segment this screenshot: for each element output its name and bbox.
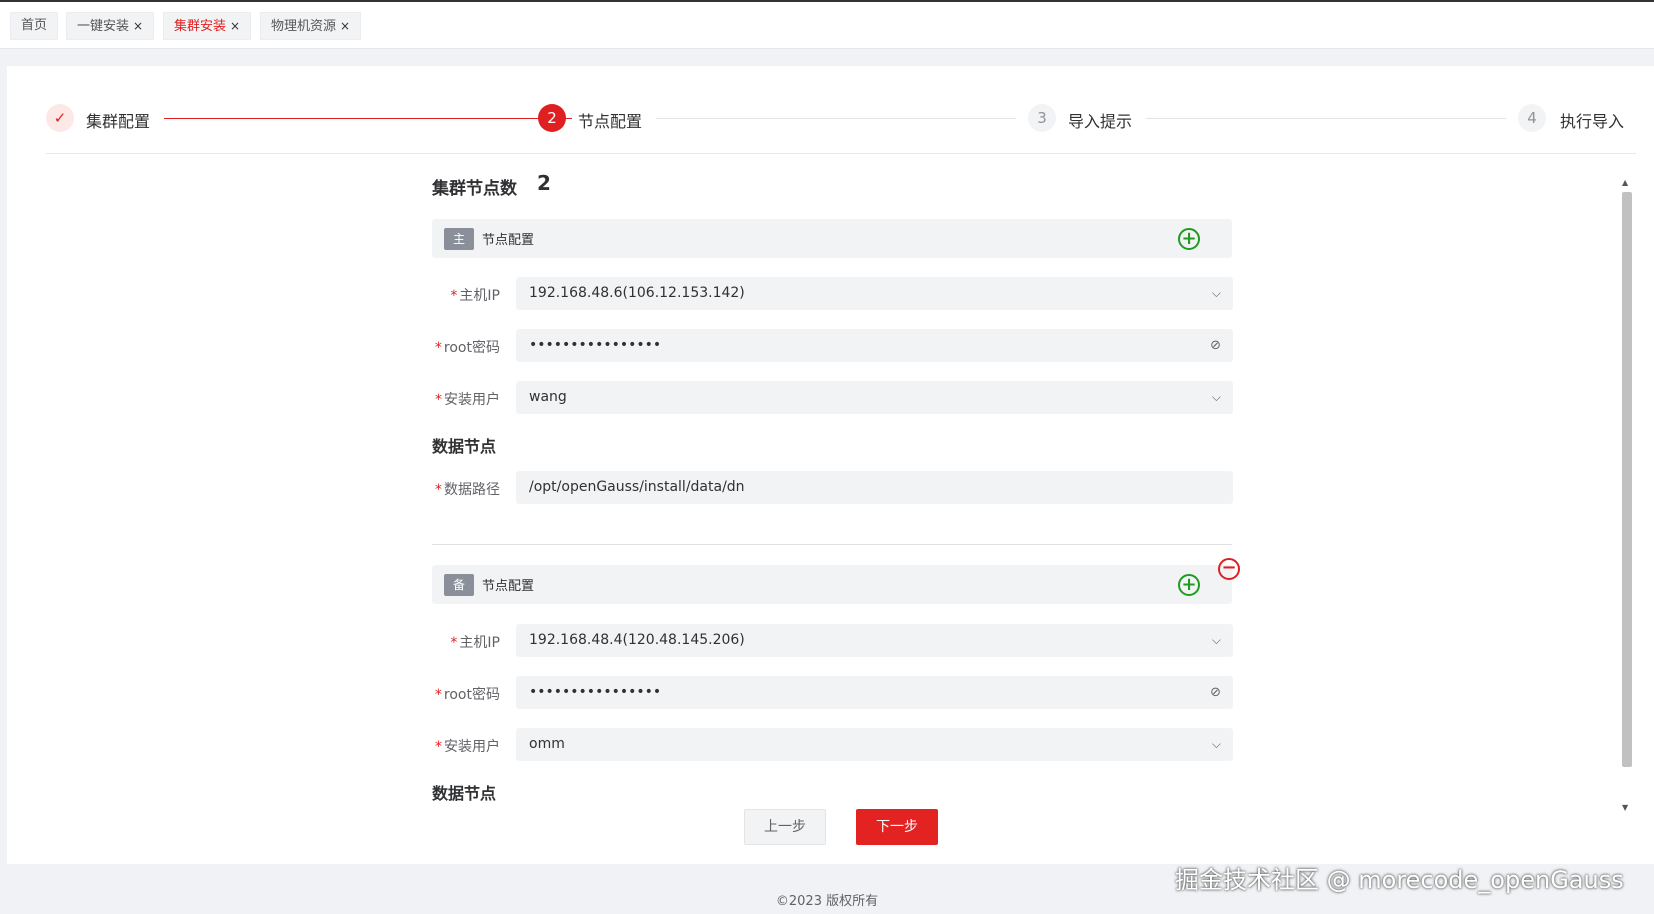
- root-password-label: * root密码: [434, 687, 500, 703]
- scrollbar[interactable]: ▲ ▼: [1620, 176, 1634, 816]
- plus-circle-icon[interactable]: +: [1178, 228, 1200, 250]
- close-icon[interactable]: ×: [340, 19, 350, 33]
- node-header-standby: 备 节点配置 +: [432, 565, 1232, 604]
- node-separator: [432, 544, 1232, 545]
- step-label-import-hint: 导入提示: [1068, 112, 1133, 131]
- scroll-down-icon[interactable]: ▼: [1622, 803, 1628, 812]
- install-user-label: * 安装用户: [435, 392, 500, 408]
- watermark: 掘金技术社区 @ morecode_openGauss: [1175, 866, 1624, 894]
- host-ip-select[interactable]: 192.168.48.4(120.48.145.206) ⌵: [516, 624, 1233, 657]
- chevron-down-icon: ⌵: [1211, 737, 1221, 751]
- step-number-4: 4: [1518, 104, 1546, 132]
- scrollbar-thumb[interactable]: [1622, 192, 1632, 767]
- eye-off-icon[interactable]: ⊘: [1210, 676, 1221, 709]
- install-user-select[interactable]: wang ⌵: [516, 381, 1233, 414]
- root-password-input[interactable]: •••••••••••••••• ⊘: [516, 676, 1233, 709]
- tab-home[interactable]: 首页: [10, 12, 59, 40]
- node-title: 节点配置: [482, 579, 535, 594]
- data-node-title: 数据节点: [432, 437, 497, 456]
- data-path-input[interactable]: /opt/openGauss/install/data/dn: [516, 471, 1233, 504]
- chevron-down-icon: ⌵: [1211, 633, 1221, 647]
- host-ip-label: * 主机IP: [450, 288, 500, 304]
- node-title: 节点配置: [482, 233, 535, 248]
- step-line-pending: [656, 118, 1016, 119]
- step-line-done: [164, 118, 572, 119]
- eye-off-icon[interactable]: ⊘: [1210, 329, 1221, 362]
- host-ip-label: * 主机IP: [450, 635, 500, 651]
- chevron-down-icon: ⌵: [1211, 390, 1221, 404]
- host-ip-select[interactable]: 192.168.48.6(106.12.153.142) ⌵: [516, 277, 1233, 310]
- cluster-node-count-label: 集群节点数: [432, 179, 517, 199]
- cluster-node-count-value: 2: [537, 171, 551, 195]
- close-icon[interactable]: ×: [230, 19, 240, 33]
- install-user-select[interactable]: omm ⌵: [516, 728, 1233, 761]
- step-line-pending: [1146, 118, 1506, 119]
- tab-one-click-install[interactable]: 一键安装 ×: [66, 12, 155, 40]
- steps-bar: ✓ 集群配置 2 节点配置 3 导入提示 4 执行导入: [46, 104, 1636, 140]
- root-password-label: * root密码: [434, 340, 500, 356]
- step-label-cluster-config: 集群配置: [86, 112, 151, 131]
- scroll-up-icon[interactable]: ▲: [1622, 178, 1628, 187]
- steps-divider: [46, 153, 1636, 154]
- check-icon: ✓: [46, 104, 74, 132]
- chevron-down-icon: ⌵: [1211, 286, 1221, 300]
- step-number-3: 3: [1028, 104, 1056, 132]
- plus-circle-icon[interactable]: +: [1178, 574, 1200, 596]
- install-user-label: * 安装用户: [435, 739, 500, 755]
- tab-cluster-install[interactable]: 集群安装 ×: [163, 12, 252, 40]
- node-role-badge: 主: [444, 228, 474, 250]
- root-password-input[interactable]: •••••••••••••••• ⊘: [516, 329, 1233, 362]
- data-node-title: 数据节点: [432, 784, 497, 803]
- minus-circle-icon[interactable]: −: [1218, 558, 1240, 580]
- step-label-execute-import: 执行导入: [1560, 112, 1625, 131]
- node-header-primary: 主 节点配置 +: [432, 219, 1232, 258]
- tab-bar: 首页 一键安装 × 集群安装 × 物理机资源 ×: [0, 2, 1654, 49]
- node-role-badge: 备: [444, 574, 474, 596]
- step-label-node-config: 节点配置: [578, 112, 643, 131]
- tab-physical-resources[interactable]: 物理机资源 ×: [260, 12, 362, 40]
- close-icon[interactable]: ×: [133, 19, 143, 33]
- next-step-button[interactable]: 下一步: [856, 809, 938, 845]
- step-number-2: 2: [538, 104, 566, 132]
- data-path-label: * 数据路径: [435, 482, 500, 498]
- prev-step-button[interactable]: 上一步: [744, 809, 826, 845]
